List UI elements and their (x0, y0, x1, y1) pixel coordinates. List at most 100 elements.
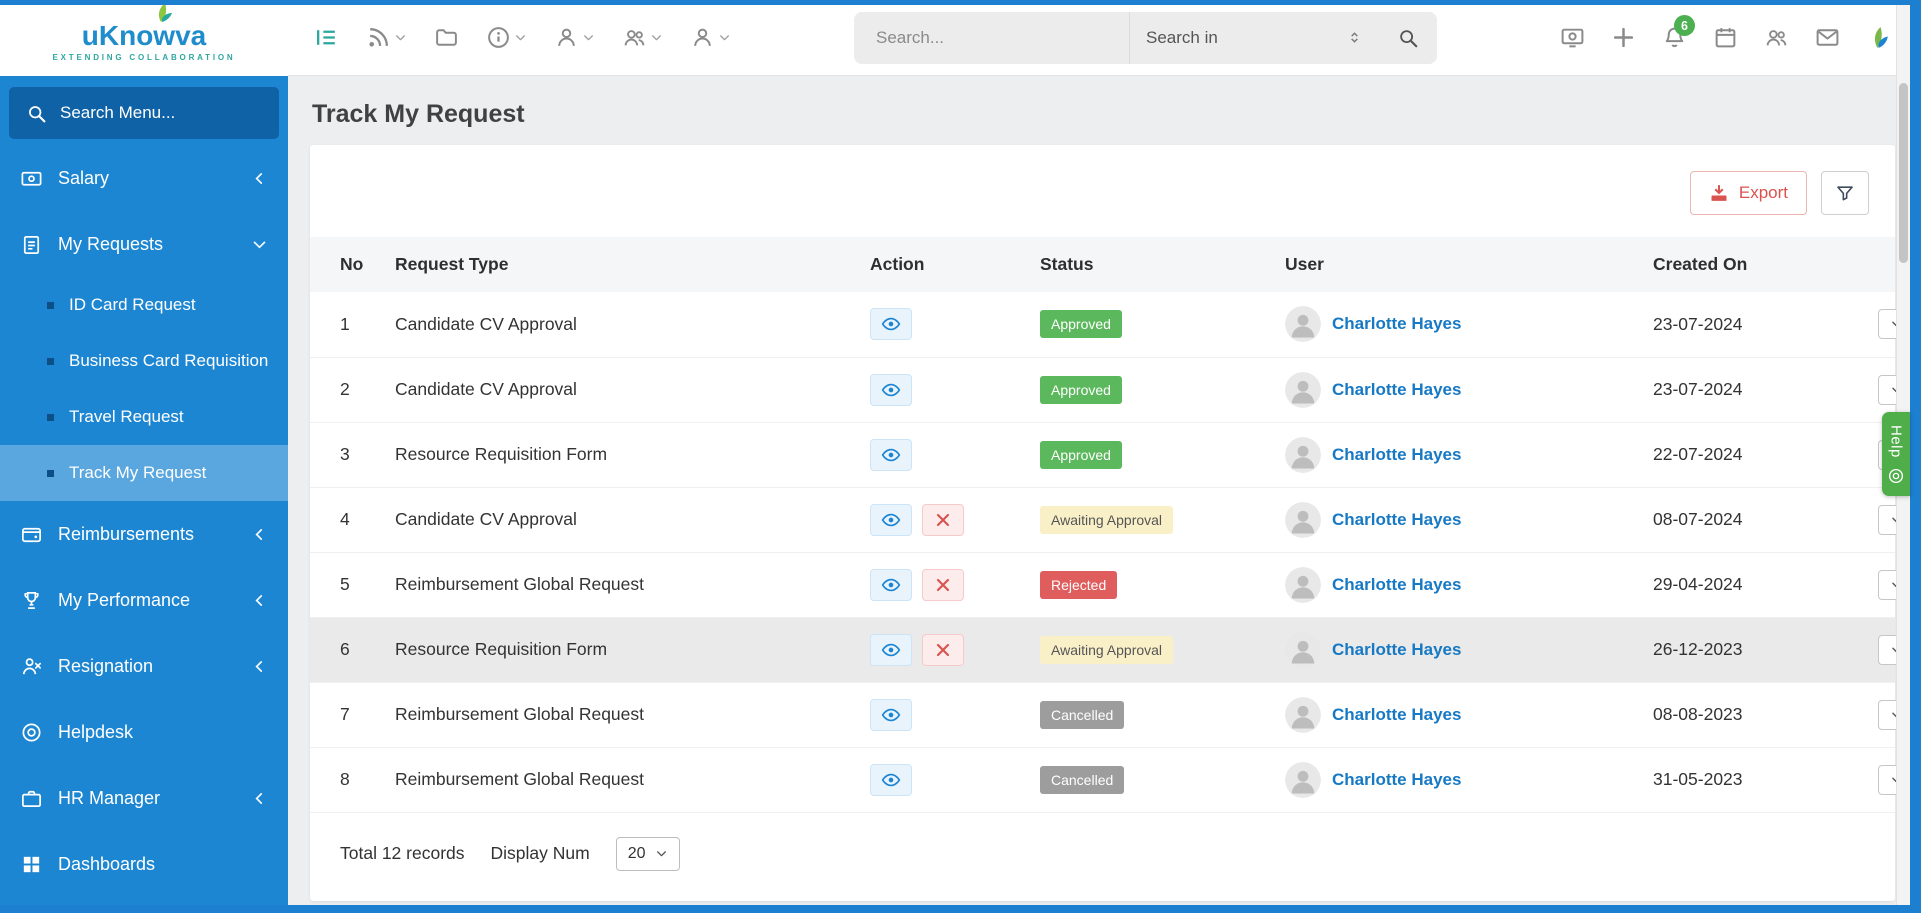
display-num-select[interactable]: 20 (616, 837, 680, 871)
view-request-button[interactable] (870, 634, 912, 666)
cell-status: Approved (1030, 292, 1275, 357)
sidebar-item-reimbursements[interactable]: Reimbursements (0, 501, 288, 567)
sidebar-item-label: My Performance (58, 590, 190, 611)
sidebar-item-label: Resignation (58, 656, 153, 677)
view-request-button[interactable] (870, 308, 912, 340)
eye-icon (881, 510, 901, 530)
total-records: Total 12 records (340, 843, 465, 864)
column-header-created-on: Created On (1643, 237, 1868, 292)
status-badge: Awaiting Approval (1040, 506, 1173, 534)
filter-button[interactable] (1821, 171, 1869, 215)
request-row: 8Reimbursement Global RequestCancelledCh… (310, 747, 1895, 812)
status-badge: Awaiting Approval (1040, 636, 1173, 664)
scrollbar-thumb[interactable] (1899, 83, 1908, 263)
search-input[interactable] (854, 28, 1129, 48)
sidebar-subitem-label: Travel Request (69, 407, 184, 427)
uknowva-logo[interactable]: uKnowva EXTENDING COLLABORATION (0, 0, 288, 76)
view-request-button[interactable] (870, 699, 912, 731)
topbar-info-button[interactable] (486, 25, 527, 50)
sidebar-item-hr-manager[interactable]: HR Manager (0, 765, 288, 831)
cell-actions (860, 292, 1030, 357)
cell-no: 3 (310, 422, 385, 487)
topbar-user-button[interactable] (554, 25, 595, 50)
cell-request-type: Reimbursement Global Request (385, 552, 860, 617)
info-icon (486, 25, 511, 50)
sidebar-item-my-requests[interactable]: My Requests (0, 211, 288, 277)
search-button[interactable] (1379, 12, 1437, 64)
eye-icon (881, 575, 901, 595)
export-button[interactable]: Export (1690, 171, 1807, 215)
bullet-icon (47, 470, 54, 477)
sidebar-item-salary[interactable]: Salary (0, 145, 288, 211)
cell-expand (1868, 552, 1895, 617)
status-badge: Cancelled (1040, 766, 1124, 794)
sidebar-subitem-label: Business Card Requisition (69, 351, 268, 371)
help-tab[interactable]: Help (1882, 412, 1910, 496)
cancel-request-button[interactable] (922, 634, 964, 666)
view-request-button[interactable] (870, 504, 912, 536)
cell-user: Charlotte Hayes (1275, 682, 1643, 747)
cell-request-type: Candidate CV Approval (385, 292, 860, 357)
topbar-rss-button[interactable] (366, 25, 407, 50)
column-header-no: No (310, 237, 385, 292)
topbar-right-icons: 6 (1560, 25, 1891, 50)
requests-table: NoRequest TypeActionStatusUserCreated On… (310, 237, 1895, 813)
view-request-button[interactable] (870, 374, 912, 406)
view-request-button[interactable] (870, 569, 912, 601)
sidebar-item-investment-declarations[interactable]: Investment Declarations (0, 897, 288, 913)
user-link[interactable]: Charlotte Hayes (1332, 640, 1461, 660)
sidebar-subitem-label: Track My Request (69, 463, 206, 483)
sidebar-item-helpdesk[interactable]: Helpdesk (0, 699, 288, 765)
topbar-uknowva-mark-button[interactable] (1866, 25, 1891, 50)
x-icon (933, 575, 953, 595)
cell-status: Awaiting Approval (1030, 617, 1275, 682)
user-link[interactable]: Charlotte Hayes (1332, 380, 1461, 400)
topbar-screen-capture-button[interactable] (1560, 25, 1585, 50)
user-link[interactable]: Charlotte Hayes (1332, 770, 1461, 790)
avatar-icon (1285, 502, 1321, 538)
search-scope-select[interactable]: Search in (1129, 12, 1379, 64)
avatar-icon (1285, 306, 1321, 342)
sidebar-item-resignation[interactable]: Resignation (0, 633, 288, 699)
status-badge: Cancelled (1040, 701, 1124, 729)
topbar-mail-button[interactable] (1815, 25, 1840, 50)
topbar-bell-button[interactable]: 6 (1662, 25, 1687, 50)
sidebar-item-my-performance[interactable]: My Performance (0, 567, 288, 633)
status-badge: Approved (1040, 441, 1122, 469)
topbar-folder-button[interactable] (434, 25, 459, 50)
cancel-request-button[interactable] (922, 504, 964, 536)
topbar-plus-button[interactable] (1611, 25, 1636, 50)
topbar-user-group-button[interactable] (1764, 25, 1789, 50)
cell-request-type: Reimbursement Global Request (385, 682, 860, 747)
user-link[interactable]: Charlotte Hayes (1332, 445, 1461, 465)
user-link[interactable]: Charlotte Hayes (1332, 314, 1461, 334)
user-link[interactable]: Charlotte Hayes (1332, 575, 1461, 595)
sidebar-item-dashboards[interactable]: Dashboards (0, 831, 288, 897)
avatar-icon (1285, 567, 1321, 603)
cell-status: Approved (1030, 422, 1275, 487)
sidebar-search-label: Search Menu... (60, 103, 175, 123)
topbar-calendar-button[interactable] (1713, 25, 1738, 50)
cell-expand (1868, 682, 1895, 747)
sidebar-subitem-id-card-request[interactable]: ID Card Request (0, 277, 288, 333)
helpdesk-icon (20, 721, 43, 744)
topbar-user-single-button[interactable] (690, 25, 731, 50)
cancel-request-button[interactable] (922, 569, 964, 601)
help-label: Help (1888, 425, 1905, 458)
view-request-button[interactable] (870, 439, 912, 471)
sidebar-subitem-business-card-requisition[interactable]: Business Card Requisition (0, 333, 288, 389)
download-icon (1709, 183, 1729, 203)
cell-expand (1868, 292, 1895, 357)
user-link[interactable]: Charlotte Hayes (1332, 705, 1461, 725)
calendar-icon (1713, 25, 1738, 50)
topbar-user-group-button[interactable] (622, 25, 663, 50)
sidebar-subitem-travel-request[interactable]: Travel Request (0, 389, 288, 445)
view-request-button[interactable] (870, 764, 912, 796)
sidebar-subitem-track-my-request[interactable]: Track My Request (0, 445, 288, 501)
cell-created-on: 23-07-2024 (1643, 292, 1868, 357)
eye-icon (881, 640, 901, 660)
user-link[interactable]: Charlotte Hayes (1332, 510, 1461, 530)
sidebar-search[interactable]: Search Menu... (9, 87, 279, 139)
topbar-menu-toggle-button[interactable] (314, 25, 339, 50)
user-group-icon (1764, 25, 1789, 50)
